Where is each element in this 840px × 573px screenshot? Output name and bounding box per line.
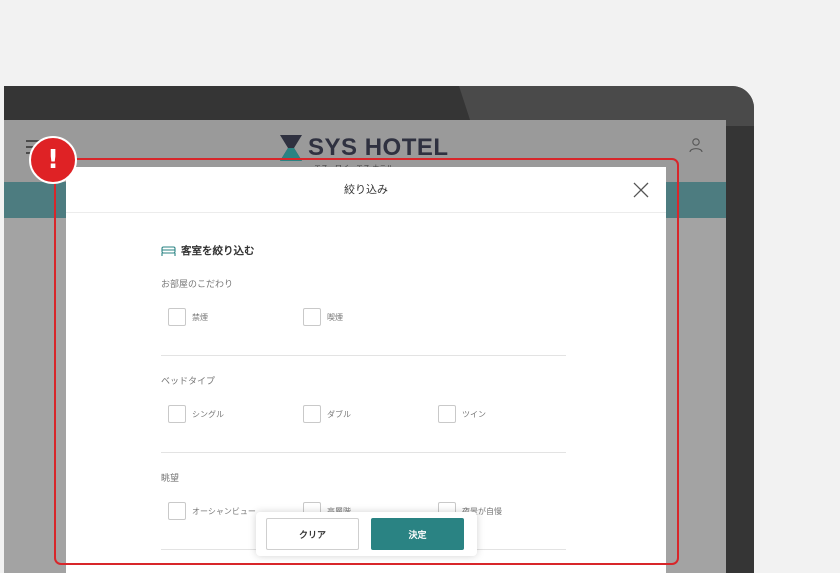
alert-badge: ! (29, 136, 77, 184)
user-account-icon[interactable] (688, 137, 704, 153)
highlight-frame (54, 158, 679, 565)
